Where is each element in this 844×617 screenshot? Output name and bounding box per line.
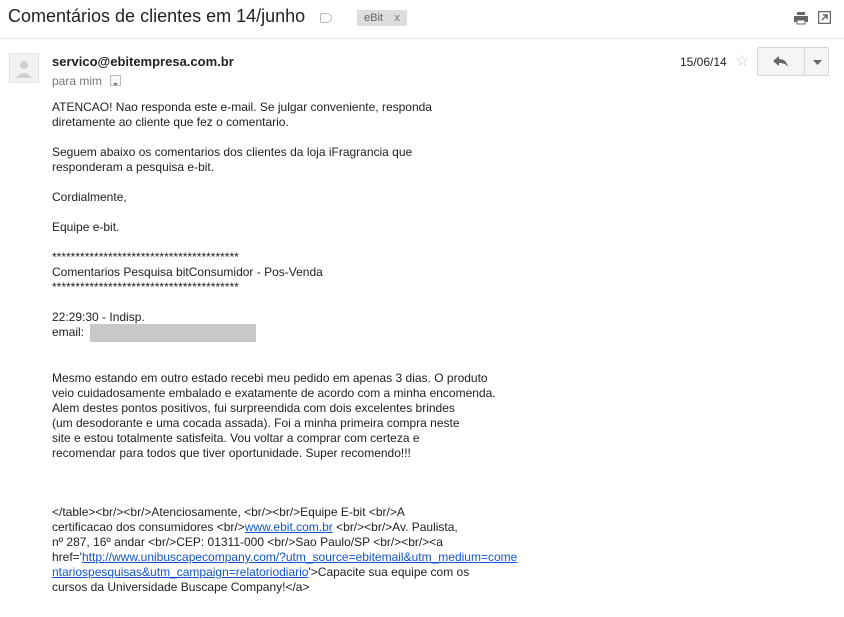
footer-line: cursos da Universidade Buscape Company!<… [52,580,310,594]
footer-line: nº 287, 16º andar <br/>CEP: 01311-000 <b… [52,535,443,549]
recipient: para mim [52,74,103,88]
more-actions-button[interactable] [804,47,829,76]
chevron-down-icon [113,83,118,86]
comment-line: veio cuidadosamente embalado e exatament… [52,386,496,400]
unibuscape-link[interactable]: http://www.unibuscapecompany.com/?utm_so… [82,550,517,564]
footer-text: '>Capacite sua equipe com os [308,565,470,579]
label-tag-icon[interactable] [320,13,332,23]
email-label: email: [52,325,85,339]
message-date: 15/06/14 [680,55,727,69]
footer-line: href='http://www.unibuscapecompany.com/?… [52,550,517,565]
reply-button[interactable] [757,47,805,76]
body-line: Comentarios Pesquisa bitConsumidor - Pos… [52,265,323,279]
label-chip-text: eBit [364,12,383,24]
reply-icon [773,56,788,67]
footer-text: href=' [52,550,82,564]
footer-text: <br/><br/>Av. Paulista, [332,520,458,534]
body-line: Cordialmente, [52,190,127,204]
comment-line: Mesmo estando em outro estado recebi meu… [52,371,488,385]
comment-line: recomendar para todos que tiver oportuni… [52,446,411,460]
star-icon[interactable]: ☆ [735,51,749,71]
footer-line: </table><br/><br/>Atenciosamente, <br/><… [52,505,405,519]
comment-line: (um desodorante e uma cocada assada). Fo… [52,416,460,430]
ebit-link[interactable]: www.ebit.com.br [245,520,333,534]
chevron-down-icon [813,60,822,65]
comment-line: Alem destes pontos positivos, fui surpre… [52,401,455,415]
footer-text: certificacao dos consumidores <br/> [52,520,245,534]
separator-stars: **************************************** [52,280,239,294]
subject-bar: Comentários de clientes em 14/junho eBit… [0,0,844,38]
new-window-icon[interactable] [818,11,831,24]
recipient-details-dropdown[interactable] [110,75,121,86]
footer-line: ntariospesquisas&utm_campaign=relatoriod… [52,565,469,580]
label-chip[interactable]: eBit x [357,10,407,26]
body-line: diretamente ao cliente que fez o comenta… [52,115,289,129]
body-line: Equipe e-bit. [52,220,120,234]
body-line: ATENCAO! Nao responda este e-mail. Se ju… [52,100,432,114]
sender-email[interactable]: servico@ebitempresa.com.br [52,54,234,69]
header-divider [0,38,844,39]
comment-line: site e estou totalmente satisfeita. Vou … [52,431,420,445]
footer-line: certificacao dos consumidores <br/>www.e… [52,520,458,535]
print-icon[interactable] [794,11,808,25]
avatar-icon[interactable] [9,53,39,83]
email-subject: Comentários de clientes em 14/junho [8,6,306,26]
unibuscape-link-continued[interactable]: ntariospesquisas&utm_campaign=relatoriod… [52,565,308,579]
body-line: 22:29:30 - Indisp. [52,310,145,324]
remove-label-button[interactable]: x [395,10,401,26]
separator-stars: **************************************** [52,250,239,264]
body-line: Seguem abaixo os comentarios dos cliente… [52,145,413,159]
redacted-email [90,324,256,342]
body-line: responderam a pesquisa e-bit. [52,160,215,174]
